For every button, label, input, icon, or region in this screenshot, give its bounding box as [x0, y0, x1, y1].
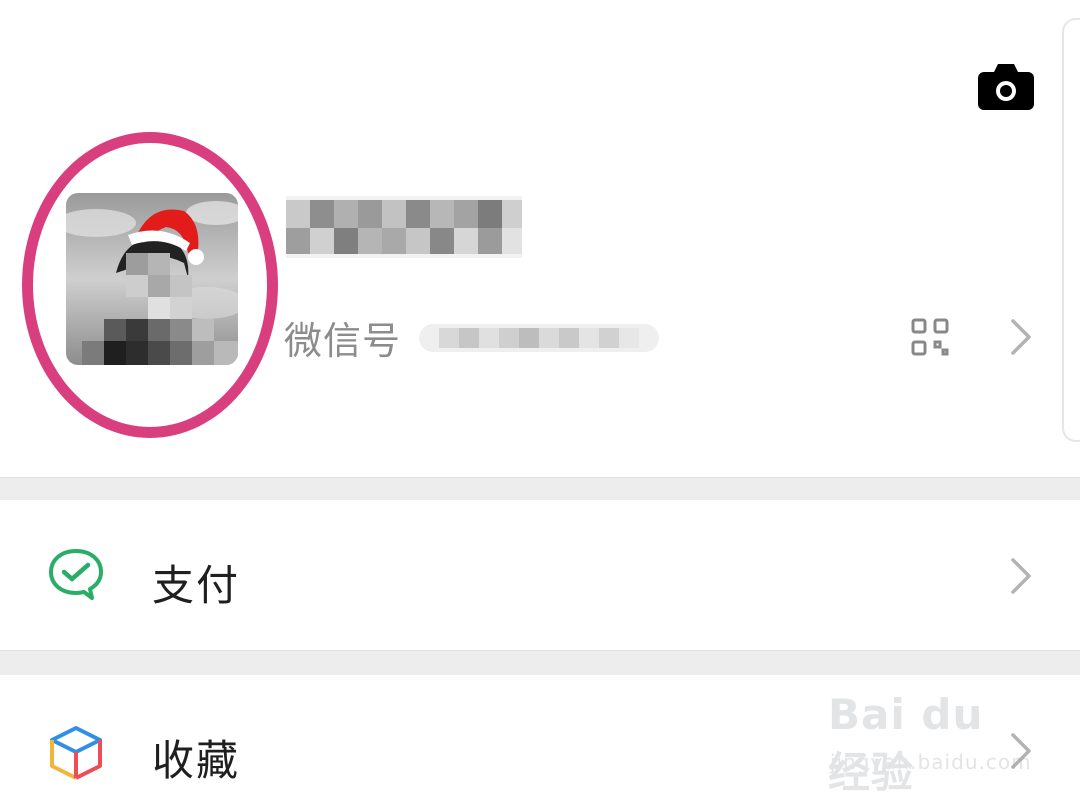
nickname-pixelated	[286, 196, 522, 258]
section-separator	[0, 478, 1080, 500]
favorites-cube-icon	[50, 726, 102, 780]
qr-code-icon	[911, 318, 949, 356]
profile-header[interactable]: 微信号	[0, 0, 1080, 478]
watermark-logo: Bai du 经验	[828, 690, 984, 797]
watermark-url: jingyan.baidu.com	[830, 750, 1032, 774]
chevron-right-icon	[1011, 558, 1031, 594]
baidu-jingyan-watermark: Bai du 经验 jingyan.baidu.com	[828, 690, 1031, 797]
camera-button[interactable]	[976, 62, 1036, 112]
camera-icon	[978, 64, 1034, 110]
menu-label-favorites: 收藏	[152, 736, 241, 785]
qr-code-button[interactable]	[910, 317, 950, 357]
wechat-id-label: 微信号	[284, 318, 402, 363]
avatar[interactable]	[66, 193, 238, 365]
menu-item-pay[interactable]: 支付	[0, 500, 1080, 650]
chevron-right-icon	[1011, 319, 1031, 355]
section-separator	[0, 651, 1080, 675]
pay-check-icon	[49, 549, 103, 600]
avatar-image	[66, 193, 238, 365]
wechat-id-row[interactable]: 微信号	[284, 312, 660, 363]
wechat-id-pixelated	[419, 324, 660, 352]
menu-label-pay: 支付	[152, 561, 241, 610]
edge-scroll-ghost	[1062, 18, 1080, 442]
